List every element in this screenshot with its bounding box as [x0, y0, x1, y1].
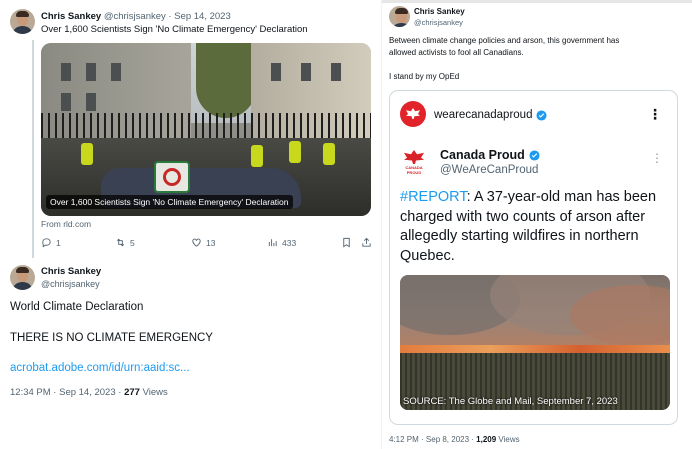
reply-count: 1	[56, 237, 61, 248]
retweet-icon	[116, 238, 125, 247]
author-name[interactable]: Chris Sankey	[414, 7, 465, 16]
views-label: Views	[496, 435, 520, 444]
like-button[interactable]: 13	[191, 237, 215, 248]
separator: ·	[168, 11, 172, 22]
tweet-header: Chris Sankey @chrisjsankey · Sep 14, 202…	[41, 11, 231, 22]
tweet-line-1: World Climate Declaration	[10, 301, 144, 313]
thread-connector-line	[32, 40, 34, 258]
author-handle[interactable]: @chrisjsankey	[104, 11, 166, 22]
views-count: 1,209	[476, 435, 497, 444]
tweet-line-2: THERE IS NO CLIMATE EMERGENCY	[10, 332, 213, 344]
views-button[interactable]: 433	[267, 237, 296, 248]
reply-button[interactable]: 1	[41, 237, 61, 248]
embedded-post-card[interactable]: wearecanadaproud ⋮ CANADA PROUD Canada P…	[389, 90, 678, 425]
tweet-date[interactable]: Sep 14, 2023	[174, 11, 231, 22]
tweet-text-line-2: allowed activists to fool all Canadians.	[389, 48, 524, 57]
account-logo[interactable]	[400, 101, 426, 127]
author-handle[interactable]: @chrisjsankey	[414, 18, 463, 27]
account-name[interactable]: wearecanadaproud	[434, 109, 548, 121]
verified-badge-icon	[536, 109, 548, 121]
retweet-count: 5	[130, 237, 135, 248]
more-options-icon[interactable]: ⋮	[651, 152, 663, 164]
logo-text: CANADA PROUD	[405, 165, 423, 175]
avatar[interactable]	[389, 6, 410, 27]
like-icon	[192, 238, 201, 247]
inner-author-handle[interactable]: @WeAreCanProud	[440, 164, 538, 176]
tweet-image[interactable]: Over 1,600 Scientists Sign 'No Climate E…	[41, 43, 371, 216]
avatar[interactable]	[10, 9, 35, 34]
avatar[interactable]	[10, 265, 35, 290]
timestamp-text: 12:34 PM · Sep 14, 2023 ·	[10, 387, 125, 398]
views-label: Views	[139, 387, 168, 398]
inner-author-name-text: Canada Proud	[440, 148, 525, 162]
reply-icon	[42, 238, 51, 248]
timestamp-text: 4:12 PM · Sep 8, 2023 ·	[389, 435, 477, 444]
tweet-card-2[interactable]: Chris Sankey @chrisjsankey World Climate…	[10, 262, 380, 412]
tweet-timestamp[interactable]: 12:34 PM · Sep 14, 2023 · 277 Views	[10, 387, 168, 398]
hashtag-link[interactable]: #REPORT	[400, 189, 467, 205]
views-count: 433	[282, 237, 297, 248]
bookmark-button[interactable]	[341, 237, 352, 248]
tweet-text-line-3: I stand by my OpEd	[389, 72, 460, 81]
maple-leaf-icon	[404, 150, 424, 164]
inner-account-logo[interactable]: CANADA PROUD	[401, 148, 427, 175]
tweet-text-line-1: Between climate change policies and arso…	[389, 36, 620, 45]
retweet-button[interactable]: 5	[115, 237, 135, 248]
share-icon	[362, 237, 371, 247]
like-count: 13	[206, 237, 216, 248]
inner-post-image[interactable]: SOURCE: The Globe and Mail, September 7,…	[400, 275, 670, 410]
inner-author-name[interactable]: Canada Proud	[440, 148, 540, 162]
ulez-sign	[154, 161, 190, 193]
tweet-card-1[interactable]: Chris Sankey @chrisjsankey · Sep 14, 202…	[10, 6, 380, 261]
share-button[interactable]	[361, 237, 372, 248]
top-edge-bar	[381, 0, 692, 3]
link-source[interactable]: From rld.com	[41, 219, 91, 229]
author-name[interactable]: Chris Sankey	[41, 11, 101, 22]
views-count: 277	[124, 387, 140, 398]
tweet-timestamp[interactable]: 4:12 PM · Sep 8, 2023 · 1,209 Views	[389, 435, 520, 444]
inner-post-text: #REPORT: A 37-year-old man has been char…	[400, 188, 670, 266]
maple-leaf-icon	[406, 108, 420, 119]
more-options-icon[interactable]: ⋮	[648, 107, 662, 121]
verified-badge-icon	[529, 149, 540, 161]
image-caption: SOURCE: The Globe and Mail, September 7,…	[403, 396, 618, 407]
bookmark-icon	[343, 237, 350, 248]
views-icon	[268, 239, 277, 247]
author-handle[interactable]: @chrisjsankey	[41, 279, 100, 289]
image-caption: Over 1,600 Scientists Sign 'No Climate E…	[46, 195, 293, 209]
column-divider	[381, 0, 382, 449]
account-name-text: wearecanadaproud	[434, 109, 533, 121]
author-name[interactable]: Chris Sankey	[41, 266, 101, 277]
tweet-actions: 1 5 13 433	[41, 237, 371, 251]
tweet-link[interactable]: acrobat.adobe.com/id/urn:aaid:sc...	[10, 362, 190, 374]
tweet-text: Over 1,600 Scientists Sign 'No Climate E…	[41, 24, 308, 35]
